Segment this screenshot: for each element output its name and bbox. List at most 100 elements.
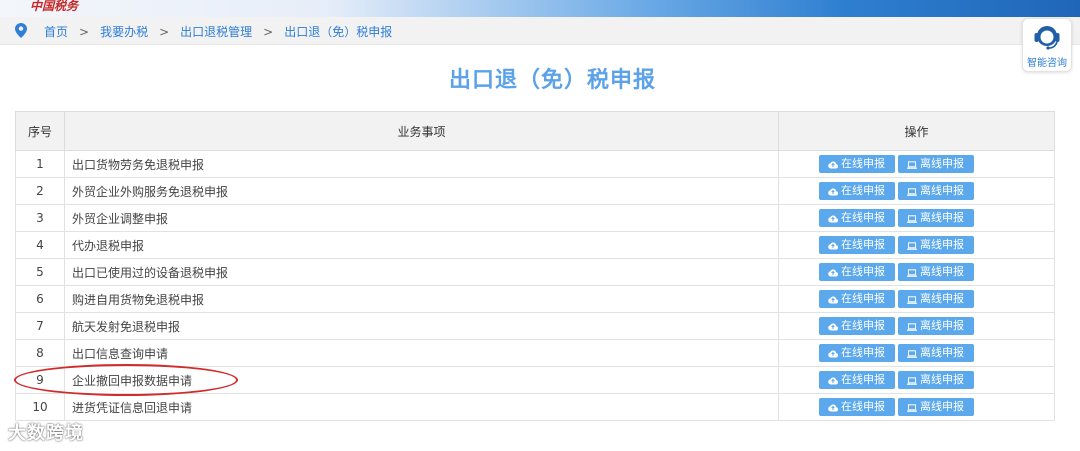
row-number: 1: [15, 150, 65, 178]
online-declare-button[interactable]: 在线申报: [819, 344, 895, 362]
offline-declare-label: 离线申报: [920, 238, 964, 251]
offline-declare-label: 离线申报: [920, 292, 964, 305]
offline-declare-label: 离线申报: [920, 184, 964, 197]
row-number: 6: [15, 285, 65, 313]
row-item-name: 企业撤回申报数据申请: [64, 366, 779, 394]
cloud-upload-icon: [828, 296, 839, 304]
table-header-row: 序号 业务事项 操作: [15, 111, 1055, 151]
offline-declare-button[interactable]: 离线申报: [898, 398, 974, 416]
table-row: 4 代办退税申报 在线申报 离线申报: [15, 231, 1055, 259]
table-body: 1 出口货物劳务免退税申报 在线申报 离线申报 2 外贸企业外购服务免退税申报 在…: [15, 150, 1055, 421]
offline-declare-button[interactable]: 离线申报: [898, 263, 974, 281]
row-number: 5: [15, 258, 65, 286]
row-item-name: 进货凭证信息回退申请: [64, 393, 779, 421]
breadcrumb-separator: >: [79, 25, 90, 39]
row-actions: 在线申报 离线申报: [778, 204, 1055, 232]
online-declare-label: 在线申报: [841, 346, 885, 359]
online-declare-button[interactable]: 在线申报: [819, 209, 895, 227]
online-declare-button[interactable]: 在线申报: [819, 290, 895, 308]
top-banner: 中国税务: [0, 0, 1080, 17]
brand-logo: 中国税务: [30, 0, 79, 13]
table-row: 8 出口信息查询申请 在线申报 离线申报: [15, 339, 1055, 367]
row-actions: 在线申报 离线申报: [778, 258, 1055, 286]
online-declare-label: 在线申报: [841, 373, 885, 386]
row-item-name: 出口信息查询申请: [64, 339, 779, 367]
cloud-upload-icon: [828, 350, 839, 358]
row-actions: 在线申报 离线申报: [778, 366, 1055, 394]
cloud-upload-icon: [828, 323, 839, 331]
offline-declare-button[interactable]: 离线申报: [898, 371, 974, 389]
online-declare-label: 在线申报: [841, 319, 885, 332]
online-declare-button[interactable]: 在线申报: [819, 182, 895, 200]
page-title: 出口退（免）税申报: [448, 68, 656, 93]
row-actions: 在线申报 离线申报: [778, 231, 1055, 259]
table-row: 9 企业撤回申报数据申请 在线申报 离线申报: [15, 366, 1055, 394]
row-number: 2: [15, 177, 65, 205]
watermark: 大数跨境: [8, 423, 84, 444]
breadcrumb: 首页 > 我要办税 > 出口退税管理 > 出口退（免）税申报: [44, 23, 392, 40]
row-item-name: 外贸企业调整申报: [64, 204, 779, 232]
breadcrumb-separator: >: [263, 25, 274, 39]
headset-icon: [1034, 26, 1060, 50]
offline-declare-label: 离线申报: [920, 157, 964, 170]
laptop-icon: [907, 377, 917, 385]
online-declare-label: 在线申报: [841, 292, 885, 305]
breadcrumb-export-refund[interactable]: 出口退税管理: [180, 25, 252, 39]
cloud-upload-icon: [828, 161, 839, 169]
laptop-icon: [907, 323, 917, 331]
offline-declare-label: 离线申报: [920, 373, 964, 386]
row-actions: 在线申报 离线申报: [778, 312, 1055, 340]
laptop-icon: [907, 269, 917, 277]
offline-declare-button[interactable]: 离线申报: [898, 182, 974, 200]
breadcrumb-separator: >: [159, 25, 170, 39]
table-row: 10 进货凭证信息回退申请 在线申报 离线申报: [15, 393, 1055, 421]
online-declare-button[interactable]: 在线申报: [819, 398, 895, 416]
row-actions: 在线申报 离线申报: [778, 150, 1055, 178]
laptop-icon: [907, 404, 917, 412]
online-declare-button[interactable]: 在线申报: [819, 155, 895, 173]
laptop-icon: [907, 188, 917, 196]
laptop-icon: [907, 215, 917, 223]
row-item-name: 购进自用货物免退税申报: [64, 285, 779, 313]
row-number: 3: [15, 204, 65, 232]
offline-declare-button[interactable]: 离线申报: [898, 344, 974, 362]
row-number: 4: [15, 231, 65, 259]
laptop-icon: [907, 161, 917, 169]
cloud-upload-icon: [828, 377, 839, 385]
row-actions: 在线申报 离线申报: [778, 393, 1055, 421]
offline-declare-label: 离线申报: [920, 346, 964, 359]
row-item-name: 航天发射免退税申报: [64, 312, 779, 340]
online-declare-label: 在线申报: [841, 265, 885, 278]
table-row: 6 购进自用货物免退税申报 在线申报 离线申报: [15, 285, 1055, 313]
breadcrumb-current[interactable]: 出口退（免）税申报: [284, 25, 392, 39]
online-declare-label: 在线申报: [841, 211, 885, 224]
breadcrumb-tax[interactable]: 我要办税: [100, 25, 148, 39]
header-item: 业务事项: [64, 111, 779, 151]
row-number: 7: [15, 312, 65, 340]
offline-declare-button[interactable]: 离线申报: [898, 317, 974, 335]
offline-declare-button[interactable]: 离线申报: [898, 290, 974, 308]
offline-declare-button[interactable]: 离线申报: [898, 209, 974, 227]
online-declare-button[interactable]: 在线申报: [819, 371, 895, 389]
row-number: 10: [15, 393, 65, 421]
laptop-icon: [907, 242, 917, 250]
row-number: 8: [15, 339, 65, 367]
breadcrumb-bar: 首页 > 我要办税 > 出口退税管理 > 出口退（免）税申报: [0, 17, 1080, 45]
online-declare-button[interactable]: 在线申报: [819, 236, 895, 254]
offline-declare-button[interactable]: 离线申报: [898, 155, 974, 173]
online-declare-button[interactable]: 在线申报: [819, 263, 895, 281]
breadcrumb-home[interactable]: 首页: [44, 25, 68, 39]
online-declare-label: 在线申报: [841, 400, 885, 413]
offline-declare-button[interactable]: 离线申报: [898, 236, 974, 254]
table-row: 1 出口货物劳务免退税申报 在线申报 离线申报: [15, 150, 1055, 178]
online-declare-label: 在线申报: [841, 157, 885, 170]
row-item-name: 代办退税申报: [64, 231, 779, 259]
row-item-name: 出口已使用过的设备退税申报: [64, 258, 779, 286]
online-declare-button[interactable]: 在线申报: [819, 317, 895, 335]
header-no: 序号: [15, 111, 65, 151]
online-declare-label: 在线申报: [841, 238, 885, 251]
offline-declare-label: 离线申报: [920, 400, 964, 413]
cloud-upload-icon: [828, 269, 839, 277]
location-pin-icon: [15, 23, 27, 38]
row-actions: 在线申报 离线申报: [778, 285, 1055, 313]
